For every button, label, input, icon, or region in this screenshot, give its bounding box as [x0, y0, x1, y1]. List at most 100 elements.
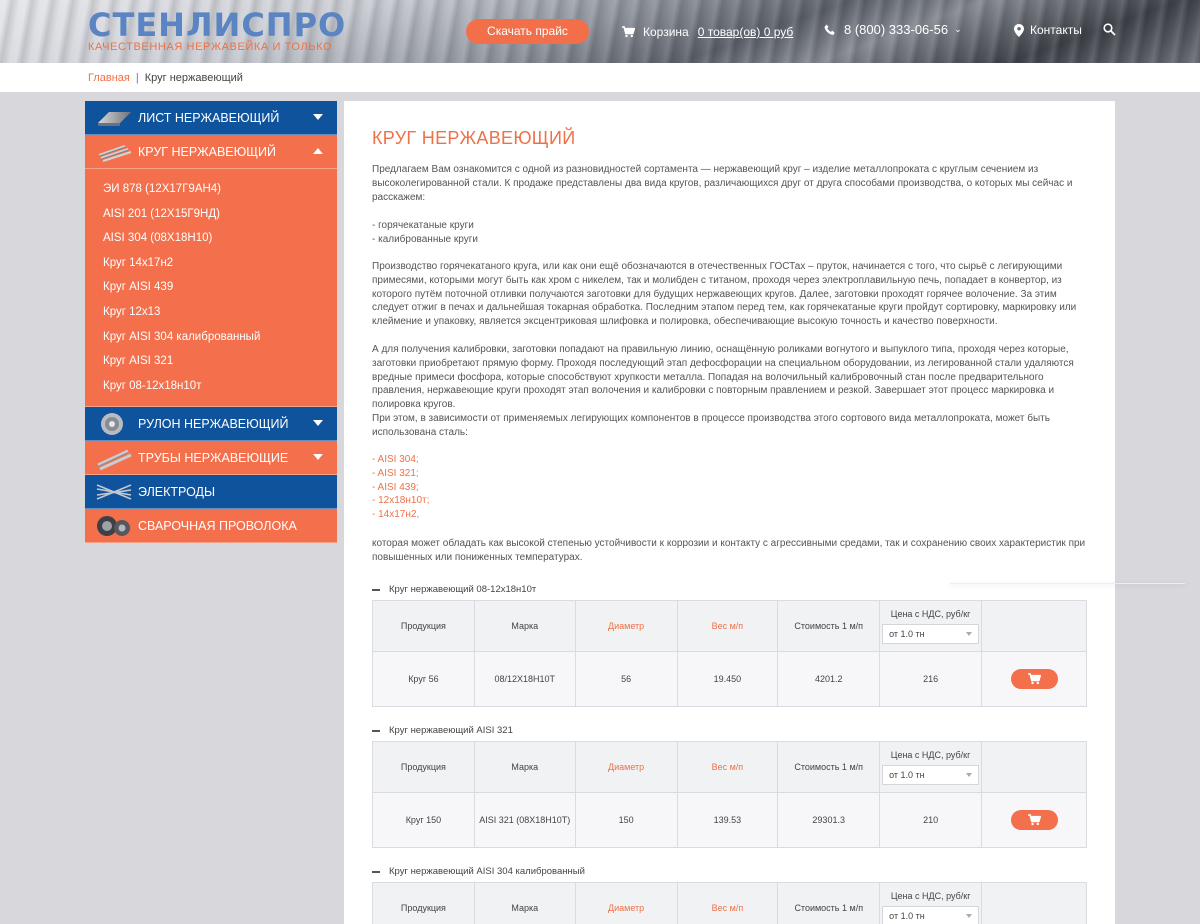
cart-widget[interactable]: Корзина 0 товар(ов) 0 руб [622, 23, 793, 41]
breadcrumb-bar: Главная | Круг нержавеющий [0, 63, 1200, 92]
quantity-select[interactable]: от 1.0 тн [882, 764, 980, 785]
cart-icon [1027, 814, 1041, 826]
column-header-weight[interactable]: Вес м/п [676, 600, 779, 652]
column-header-price: Цена с НДС, руб/кг от 1.0 тн [879, 600, 983, 652]
product-section-header[interactable]: Круг нержавеющий AISI 321 [372, 725, 513, 736]
add-to-cart-button[interactable] [1010, 810, 1058, 830]
search-icon [1103, 23, 1116, 36]
cell-action [981, 792, 1087, 848]
breadcrumb: Главная | Круг нержавеющий [88, 72, 243, 84]
column-header-action [981, 600, 1087, 652]
cell-product: Круг 150 [372, 792, 475, 848]
sidebar-subitem[interactable]: Круг AISI 321 [85, 349, 337, 374]
coil-icon [101, 412, 123, 435]
quantity-select[interactable]: от 1.0 тн [882, 905, 980, 924]
column-header-product: Продукция [372, 741, 475, 793]
table-row: Круг 56 08/12Х18Н10Т 56 19.450 4201.2 21… [372, 651, 1087, 707]
table-row: Круг 150 AISI 321 (08Х18Н10Т) 150 139.53… [372, 792, 1087, 848]
product-section-header[interactable]: Круг нержавеющий AISI 304 калиброванный [372, 866, 585, 877]
cell-grade: AISI 321 (08Х18Н10Т) [473, 792, 576, 848]
column-header-grade: Марка [473, 600, 576, 652]
phone-number: 8 (800) 333-06-56 [844, 22, 949, 37]
sidebar-category-welding-wire[interactable]: СВАРОЧНАЯ ПРОВОЛОКА [85, 509, 337, 544]
cell-price: 210 [879, 792, 983, 848]
hot-rolled-paragraph: Производство горячекатаного круга, или к… [372, 260, 1088, 329]
chevron-down-icon [966, 913, 973, 918]
sidebar-subitem[interactable]: Круг 12х13 [85, 300, 337, 325]
chevron-down-icon [313, 420, 323, 427]
column-header-diameter[interactable]: Диаметр [574, 741, 678, 793]
column-header-weight[interactable]: Вес м/п [676, 741, 779, 793]
steel-grade-list: - AISI 304; - AISI 321; - AISI 439; - 12… [372, 453, 1088, 522]
chevron-up-icon [313, 148, 323, 154]
sidebar-subitem[interactable]: Круг 08-12х18н10т [85, 374, 337, 399]
divider [950, 583, 1185, 584]
quantity-select[interactable]: от 1.0 тн [882, 623, 980, 644]
sidebar-subitem[interactable]: Круг 14х17н2 [85, 251, 337, 276]
add-to-cart-button[interactable] [1010, 669, 1058, 689]
calibrated-paragraph: А для получения калибровки, заготовки по… [372, 343, 1088, 412]
column-header-diameter[interactable]: Диаметр [574, 882, 678, 924]
cell-weight: 19.450 [676, 651, 779, 707]
sidebar-category-coil[interactable]: РУЛОН НЕРЖАВЕЮЩИЙ [85, 407, 337, 442]
phone-icon [824, 24, 835, 35]
contacts-link[interactable]: Контакты [1014, 23, 1082, 37]
product-table: Продукция Марка Диаметр Вес м/п Стоимост… [372, 600, 1087, 707]
cell-grade: 08/12Х18Н10Т [473, 651, 576, 707]
select-value: от 1.0 тн [889, 910, 925, 921]
select-value: от 1.0 тн [889, 769, 925, 780]
price-header-label: Цена с НДС, руб/кг [890, 749, 971, 760]
sidebar-subitem[interactable]: Круг AISI 439 [85, 275, 337, 300]
search-button[interactable] [1103, 23, 1116, 41]
table-header-row: Продукция Марка Диаметр Вес м/п Стоимост… [372, 741, 1087, 793]
column-header-price: Цена с НДС, руб/кг от 1.0 тн [879, 882, 983, 924]
site-logo[interactable]: СТЕНЛИСПРО КАЧЕСТВЕННАЯ НЕРЖАВЕЙКА И ТОЛ… [88, 6, 347, 58]
section-title: Круг нержавеющий 08-12х18н10т [389, 584, 537, 595]
round-bars-icon [98, 144, 132, 162]
chevron-down-icon [966, 772, 973, 777]
column-header-product: Продукция [372, 882, 475, 924]
phone-widget[interactable]: 8 (800) 333-06-56 ⌄ [824, 22, 962, 37]
chevron-down-icon: ⌄ [954, 24, 962, 34]
column-header-weight[interactable]: Вес м/п [676, 882, 779, 924]
types-list: - горячекатаные круги - калиброванные кр… [372, 219, 1088, 247]
paragraph-text: которая может обладать как высокой степе… [372, 538, 1086, 563]
electrodes-icon [96, 484, 132, 500]
sidebar-category-sheet[interactable]: ЛИСТ НЕРЖАВЕЮЩИЙ [85, 101, 337, 135]
sidebar-category-label: РУЛОН НЕРЖАВЕЮЩИЙ [138, 416, 289, 431]
sidebar-category-round[interactable]: КРУГ НЕРЖАВЕЮЩИЙ [85, 135, 337, 169]
cell-action [981, 651, 1087, 707]
paragraph-text: При этом, в зависимости от применяемых л… [372, 413, 1050, 438]
sidebar-subitem[interactable]: AISI 304 (08Х18Н10) [85, 226, 337, 251]
cell-diameter: 150 [574, 792, 678, 848]
sheet-metal-icon [98, 111, 131, 126]
sidebar-subitem[interactable]: AISI 201 (12Х15Г9НД) [85, 202, 337, 227]
chevron-down-icon [313, 454, 323, 461]
sidebar-subitem[interactable]: Круг AISI 304 калиброванный [85, 325, 337, 350]
product-table: Продукция Марка Диаметр Вес м/п Стоимост… [372, 741, 1087, 848]
list-item: - 14х17н2, [372, 509, 420, 521]
cell-cost: 29301.3 [777, 792, 881, 848]
column-header-price: Цена с НДС, руб/кг от 1.0 тн [879, 741, 983, 793]
product-section-header[interactable]: Круг нержавеющий 08-12х18н10т [372, 584, 536, 595]
sidebar-category-label: СВАРОЧНАЯ ПРОВОЛОКА [138, 518, 297, 533]
sidebar-category-electrodes[interactable]: ЭЛЕКТРОДЫ [85, 475, 337, 510]
cell-diameter: 56 [574, 651, 678, 707]
column-header-diameter[interactable]: Диаметр [574, 600, 678, 652]
column-header-cost: Стоимость 1 м/п [777, 882, 881, 924]
main-content: КРУГ НЕРЖАВЕЮЩИЙ Предлагаем Вам ознакоми… [344, 101, 1115, 924]
cart-summary-link[interactable]: 0 товар(ов) 0 руб [698, 25, 794, 39]
table-header-row: Продукция Марка Диаметр Вес м/п Стоимост… [372, 882, 1087, 924]
sidebar-category-pipes[interactable]: ТРУБЫ НЕРЖАВЕЮЩИЕ [85, 441, 337, 476]
wire-spool-icon [97, 515, 130, 536]
column-header-grade: Марка [473, 882, 576, 924]
sidebar-category-label: ТРУБЫ НЕРЖАВЕЮЩИЕ [138, 450, 289, 465]
page-title: КРУГ НЕРЖАВЕЮЩИЙ [372, 128, 576, 148]
select-value: от 1.0 тн [889, 628, 925, 639]
steel-paragraph: При этом, в зависимости от применяемых л… [372, 412, 1088, 440]
cell-price: 216 [879, 651, 983, 707]
breadcrumb-home-link[interactable]: Главная [88, 72, 130, 84]
download-price-button[interactable]: Скачать прайс [466, 19, 589, 44]
sidebar-subitem[interactable]: ЭИ 878 (12Х17Г9АН4) [85, 177, 337, 202]
logo-title: СТЕНЛИСПРО [88, 6, 347, 44]
